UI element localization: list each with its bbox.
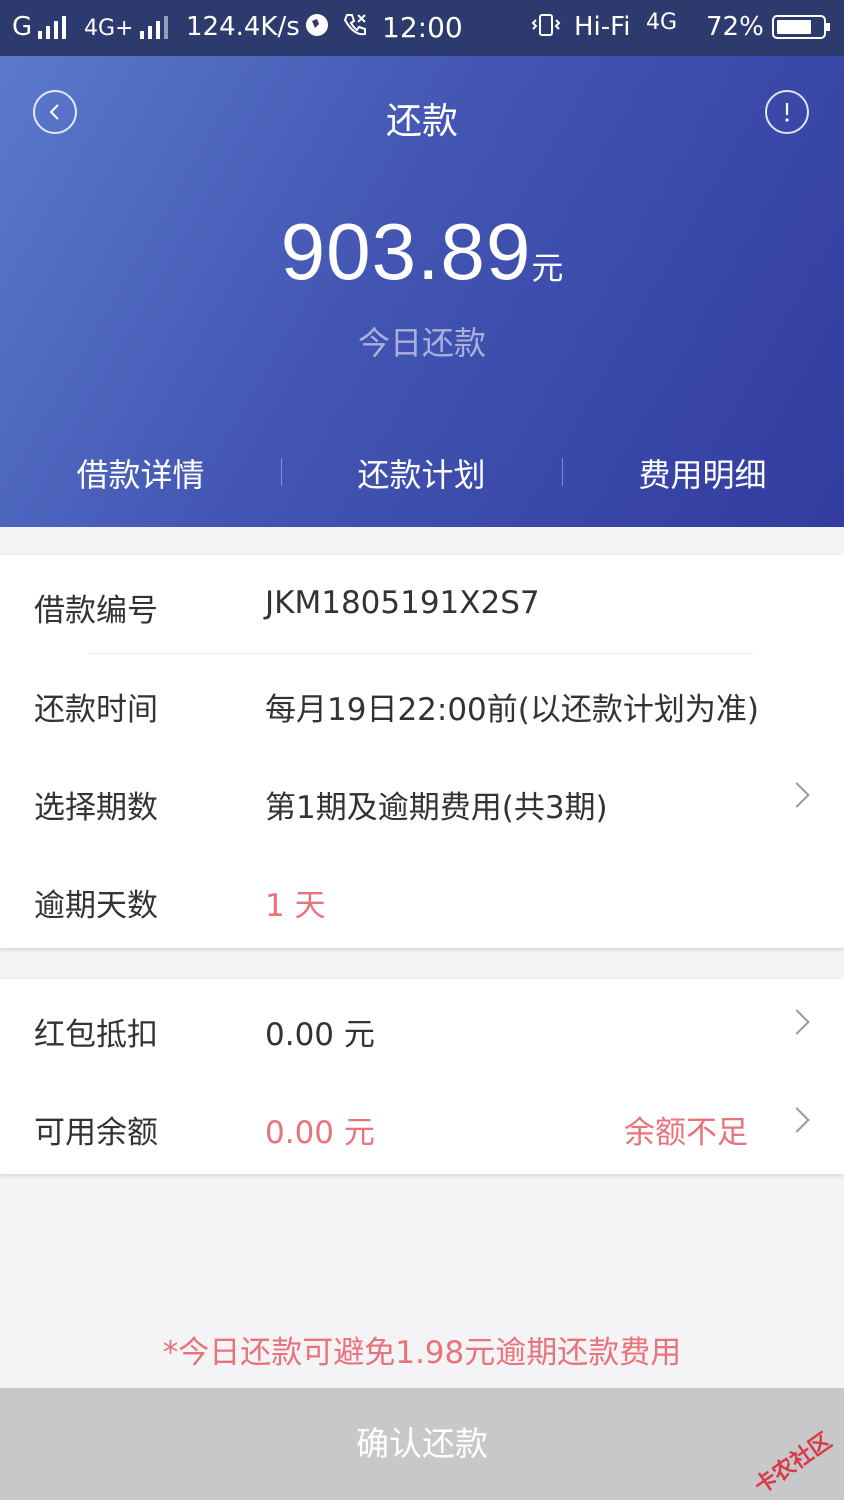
vibrate-icon bbox=[530, 12, 562, 45]
amount-label: 今日还款 bbox=[357, 324, 486, 362]
chevron-right-icon bbox=[784, 1009, 810, 1035]
battery-icon bbox=[772, 15, 832, 48]
repayment-time-label: 还款时间 bbox=[34, 692, 158, 728]
network-type-2: 4G bbox=[646, 10, 678, 35]
repayment-header: 还款 903.89元 今日还款 借款详情 还款计划 费用明细 bbox=[0, 56, 844, 527]
overdue-days-label: 逾期天数 bbox=[34, 888, 158, 924]
exclamation-icon bbox=[785, 103, 789, 122]
hifi-label: Hi-Fi bbox=[574, 12, 631, 42]
insufficient-balance-status: 余额不足 bbox=[624, 1115, 748, 1151]
tab-repayment-plan[interactable]: 还款计划 bbox=[281, 450, 562, 496]
red-packet-value: 0.00 元 bbox=[265, 1017, 375, 1053]
payment-card: 红包抵扣 0.00 元 可用余额 0.00 元 余额不足 bbox=[0, 979, 844, 1174]
due-amount: 903.89元 bbox=[0, 206, 844, 298]
amount-unit: 元 bbox=[531, 249, 564, 287]
network-type: 4G+ bbox=[84, 16, 134, 41]
network-speed: 124.4K/s bbox=[186, 12, 300, 42]
loan-number-row: 借款编号 JKM1805191X2S7 bbox=[0, 555, 844, 653]
battery-percent: 72% bbox=[706, 12, 764, 42]
overdue-days-value: 1 天 bbox=[265, 888, 326, 924]
amount-value: 903.89 bbox=[280, 207, 532, 296]
chevron-right-icon bbox=[784, 1107, 810, 1133]
select-periods-value: 第1期及逾期费用(共3期) bbox=[265, 790, 608, 826]
clock: 12:00 bbox=[382, 11, 463, 44]
page-title: 还款 bbox=[385, 101, 458, 142]
red-packet-label: 红包抵扣 bbox=[34, 1017, 158, 1053]
signal-icon bbox=[36, 12, 72, 42]
info-button[interactable] bbox=[765, 90, 809, 134]
tab-loan-details[interactable]: 借款详情 bbox=[0, 450, 281, 496]
repayment-time-row: 还款时间 每月19日22:00前(以还款计划为准) bbox=[0, 654, 844, 752]
overdue-notice: *今日还款可避免1.98元逾期还款费用 bbox=[162, 1335, 682, 1371]
overdue-days-row: 逾期天数 1 天 bbox=[0, 850, 844, 948]
available-balance-label: 可用余额 bbox=[34, 1115, 158, 1151]
loan-number-value: JKM1805191X2S7 bbox=[265, 585, 540, 621]
repayment-time-value: 每月19日22:00前(以还款计划为准) bbox=[265, 692, 759, 728]
chevron-right-icon bbox=[784, 782, 810, 808]
globe-icon bbox=[304, 12, 330, 45]
loan-info-card: 借款编号 JKM1805191X2S7 还款时间 每月19日22:00前(以还款… bbox=[0, 555, 844, 948]
tab-fee-details[interactable]: 费用明细 bbox=[562, 450, 843, 496]
red-packet-row[interactable]: 红包抵扣 0.00 元 bbox=[0, 979, 844, 1077]
signal-icon-2 bbox=[138, 12, 174, 42]
confirm-repayment-button[interactable]: 确认还款 bbox=[0, 1388, 844, 1500]
carrier-label: G bbox=[12, 12, 33, 42]
phone-icon bbox=[342, 12, 368, 45]
available-balance-value: 0.00 元 bbox=[265, 1115, 375, 1151]
select-periods-label: 选择期数 bbox=[34, 790, 158, 826]
available-balance-row[interactable]: 可用余额 0.00 元 余额不足 bbox=[0, 1077, 844, 1175]
select-periods-row[interactable]: 选择期数 第1期及逾期费用(共3期) bbox=[0, 752, 844, 850]
status-bar: G 4G+ 124.4K/s 12:00 Hi-Fi 4G 72% bbox=[0, 0, 844, 56]
loan-number-label: 借款编号 bbox=[34, 593, 158, 629]
header-tabs: 借款详情 还款计划 费用明细 bbox=[0, 450, 844, 494]
